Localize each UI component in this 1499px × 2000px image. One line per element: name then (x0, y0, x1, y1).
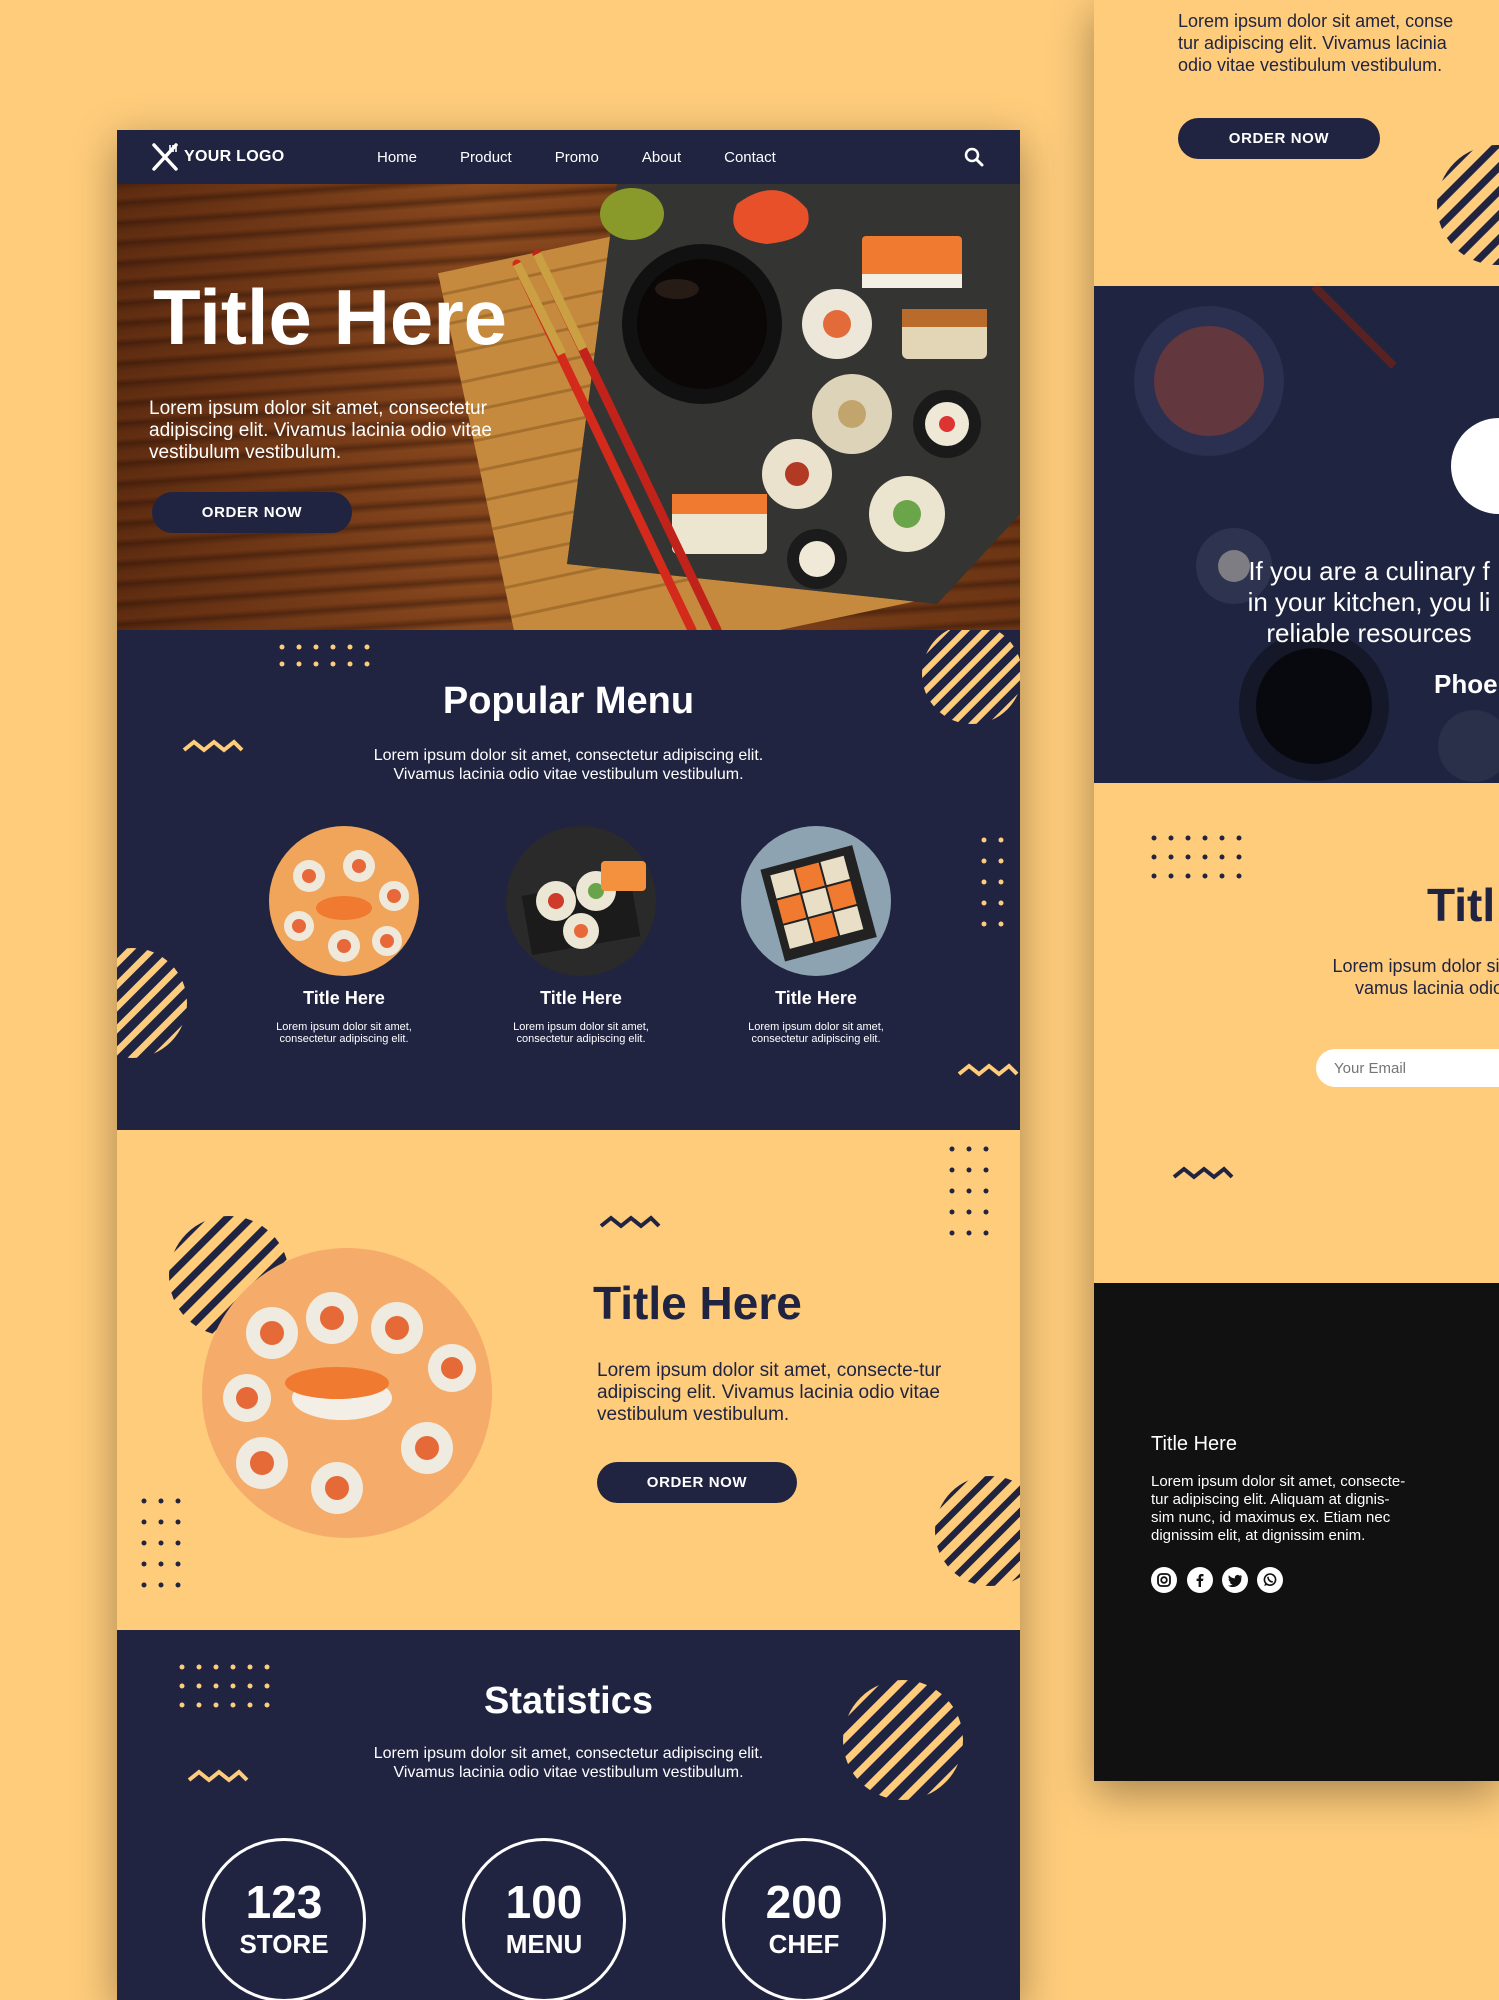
dot-grid-decoration (1151, 835, 1242, 879)
statistics-section: Statistics Lorem ipsum dolor sit amet, c… (117, 1630, 1020, 2000)
side-top-section: Lorem ipsum dolor sit amet, conse tur ad… (1094, 0, 1499, 286)
popular-menu-subtitle: Lorem ipsum dolor sit amet, consectetur … (373, 747, 764, 783)
menu-item-card[interactable]: Title Here Lorem ipsum dolor sit amet, c… (481, 826, 681, 1045)
nav-home[interactable]: Home (377, 149, 417, 166)
feature-section: Title Here Lorem ipsum dolor sit amet, c… (117, 1130, 1020, 1630)
stat-label: MENU (505, 1929, 583, 1959)
menu-item-card[interactable]: Title Here Lorem ipsum dolor sit amet, c… (716, 826, 916, 1045)
hero-title: Title Here (153, 273, 508, 361)
dot-grid-decoration (141, 1498, 181, 1588)
nav-promo[interactable]: Promo (555, 149, 599, 166)
zigzag-decoration (1172, 1166, 1234, 1180)
menu-item-card[interactable]: Title Here Lorem ipsum dolor sit amet, c… (244, 826, 444, 1045)
instagram-icon[interactable] (1151, 1567, 1177, 1593)
side-top-text: Lorem ipsum dolor sit amet, conse tur ad… (1178, 11, 1454, 75)
side-order-now-button[interactable]: ORDER NOW (1178, 118, 1380, 159)
search-icon[interactable] (963, 146, 985, 168)
logo[interactable]: YOUR LOGO (150, 142, 284, 172)
zigzag-decoration (957, 1063, 1019, 1077)
menu-item-image (506, 826, 656, 976)
main-menu: Home Product Promo About Contact (377, 130, 819, 184)
side-footer-section: Title Here Lorem ipsum dolor sit amet, c… (1094, 1283, 1499, 1781)
zigzag-decoration (599, 1215, 661, 1229)
testimonial-author: Phoe (1434, 669, 1498, 699)
striped-circle-decoration (117, 948, 187, 1058)
feature-order-now-button[interactable]: ORDER NOW (597, 1462, 797, 1503)
secondary-page-mockup: Lorem ipsum dolor sit amet, conse tur ad… (1094, 0, 1499, 1781)
facebook-icon[interactable] (1187, 1567, 1213, 1593)
nav-product[interactable]: Product (460, 149, 512, 166)
striped-circle-decoration (935, 1476, 1020, 1586)
footer-title: Title Here (1151, 1433, 1237, 1455)
dot-grid-decoration (981, 837, 1004, 927)
popular-menu-title: Popular Menu (442, 680, 695, 722)
stat-circle: 100 MENU (462, 1838, 626, 2000)
nav-contact[interactable]: Contact (724, 149, 776, 166)
statistics-subtitle: Lorem ipsum dolor sit amet, consectetur … (373, 1745, 764, 1781)
testimonial-background-image (1134, 286, 1499, 782)
hero-section: Title Here Lorem ipsum dolor sit amet, c… (117, 184, 1020, 630)
hero-text: Lorem ipsum dolor sit amet, consectetur … (149, 398, 492, 463)
nav-about[interactable]: About (642, 149, 681, 166)
striped-circle-decoration (1437, 145, 1499, 265)
stat-number: 123 (245, 1876, 323, 1928)
menu-item-title: Title Here (303, 988, 385, 1008)
dot-grid-decoration (279, 644, 370, 667)
stat-circle: 123 STORE (202, 1838, 366, 2000)
logo-text: YOUR LOGO (184, 148, 285, 165)
menu-item-title: Title Here (775, 988, 857, 1008)
stat-number: 100 (505, 1876, 583, 1928)
twitter-icon[interactable] (1222, 1567, 1248, 1593)
feature-title: Title Here (593, 1277, 802, 1329)
fork-knife-icon (152, 143, 178, 171)
feature-text: Lorem ipsum dolor sit amet, consecte-tur… (597, 1360, 942, 1425)
footer-text: Lorem ipsum dolor sit amet, consecte- tu… (1151, 1473, 1406, 1544)
menu-item-title: Title Here (540, 988, 622, 1008)
email-input[interactable] (1316, 1049, 1499, 1087)
dot-grid-decoration (949, 1146, 989, 1236)
newsletter-text: Lorem ipsum dolor sit ar vamus lacinia o… (1332, 956, 1499, 998)
statistics-title: Statistics (484, 1680, 653, 1722)
stat-label: CHEF (768, 1929, 840, 1959)
side-newsletter-section: Titl Lorem ipsum dolor sit ar vamus laci… (1094, 783, 1499, 1283)
menu-item-desc: Lorem ipsum dolor sit amet, consectetur … (276, 1021, 412, 1045)
feature-sushi-image (202, 1248, 492, 1538)
newsletter-title: Titl (1427, 879, 1496, 931)
stat-label: STORE (239, 1929, 329, 1959)
whatsapp-icon[interactable] (1257, 1567, 1283, 1593)
menu-item-desc: Lorem ipsum dolor sit amet, consectetur … (513, 1021, 649, 1045)
menu-item-desc: Lorem ipsum dolor sit amet, consectetur … (748, 1021, 884, 1045)
navbar: YOUR LOGO Home Product Promo About Conta… (117, 130, 1020, 184)
menu-item-image (269, 826, 419, 976)
testimonial-quote: If you are a culinary f in your kitchen,… (1247, 556, 1491, 648)
hero-order-now-button[interactable]: ORDER NOW (152, 492, 352, 533)
popular-menu-section: Popular Menu Lorem ipsum dolor sit amet,… (117, 630, 1020, 1130)
stat-number: 200 (765, 1876, 843, 1928)
menu-item-image (741, 826, 891, 976)
side-testimonial-section: If you are a culinary f in your kitchen,… (1094, 286, 1499, 783)
landing-page-mockup: YOUR LOGO Home Product Promo About Conta… (117, 130, 1020, 2000)
stat-circle: 200 CHEF (722, 1838, 886, 2000)
